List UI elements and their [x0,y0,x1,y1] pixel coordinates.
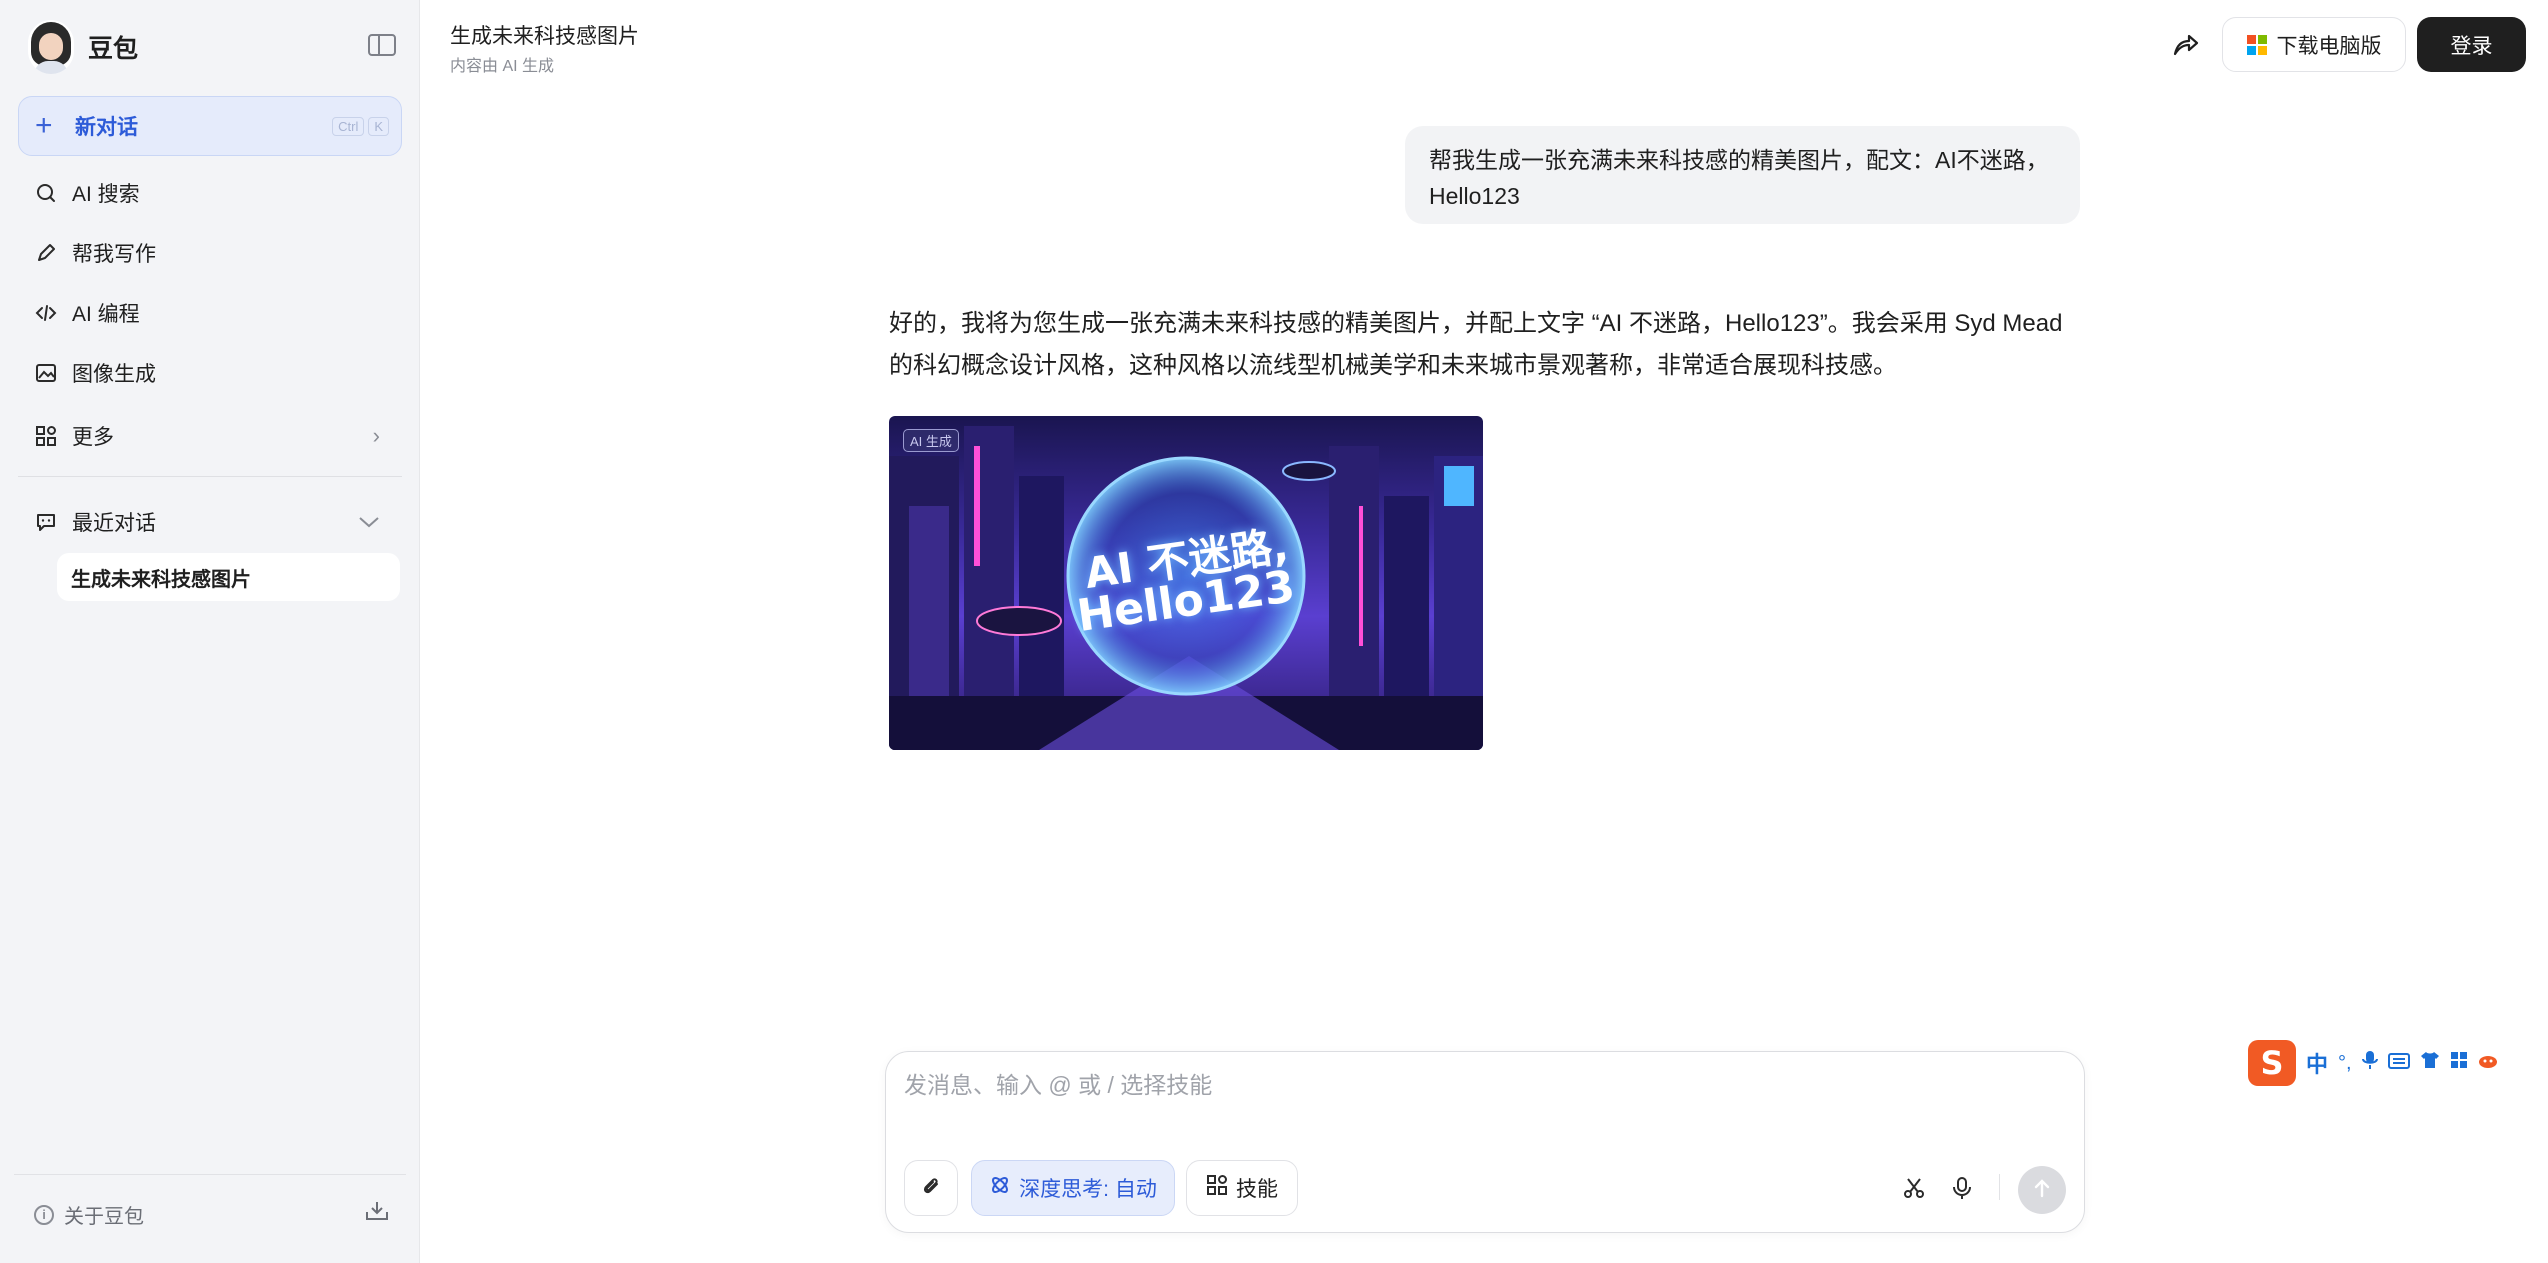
scissors-icon[interactable] [1896,1170,1932,1206]
assistant-reply: 好的，我将为您生成一张充满未来科技感的精美图片，并配上文字 “AI 不迷路，He… [889,303,2089,387]
assistant-reply-line: 的科幻概念设计风格，这种风格以流线型机械美学和未来城市景观著称，非常适合展现科技… [889,352,1897,379]
brand[interactable]: 豆包 [28,20,138,74]
sidebar-item-label: AI 编程 [72,303,140,326]
pen-icon [34,241,58,265]
recent-chats-label: 最近对话 [72,512,156,535]
brand-avatar [28,20,74,74]
download-app-icon[interactable] [365,1200,389,1222]
deep-think-label: 深度思考: 自动 [1019,1178,1157,1201]
sidebar: 豆包 + 新对话 Ctrl K AI 搜索 帮我写作 AI 编程 图像生成 更多… [0,0,420,1263]
ime-mode[interactable]: 中 [2306,1047,2328,1079]
ime-mascot-icon[interactable] [2478,1051,2498,1075]
new-chat-label: 新对话 [75,116,138,139]
search-icon [34,181,58,205]
skills-label: 技能 [1236,1178,1278,1201]
brand-name: 豆包 [88,35,139,63]
ime-microphone-icon[interactable] [2361,1050,2378,1076]
download-desktop-label: 下载电脑版 [2276,34,2382,58]
chevron-right-icon: › [372,423,380,448]
windows-logo-icon [2246,34,2267,55]
assistant-reply-line: 好的，我将为您生成一张充满未来科技感的精美图片，并配上文字 “AI 不迷路，He… [889,310,2063,337]
send-button[interactable] [2018,1166,2066,1214]
paperclip-icon [920,1174,942,1202]
deep-think-toggle[interactable]: 深度思考: 自动 [971,1160,1175,1216]
composer-divider [1999,1174,2000,1200]
sogou-logo-icon: S [2248,1040,2296,1086]
ime-punctuation[interactable]: °, [2338,1052,2352,1075]
message-input[interactable] [904,1072,2004,1099]
apps-icon [34,424,58,448]
shortcut-key: K [368,117,389,136]
sidebar-item-writing[interactable]: 帮我写作 [18,227,402,279]
code-icon [34,301,58,325]
share-icon[interactable] [2170,30,2200,60]
about-label: 关于豆包 [64,1206,144,1228]
recent-chats-toggle[interactable]: 最近对话 [18,496,402,548]
generated-image[interactable]: AI 生成 AI 不迷路, Hello123 [889,416,1483,750]
info-icon: i [34,1204,54,1225]
download-desktop-button[interactable]: 下载电脑版 [2222,17,2406,72]
skills-button[interactable]: 技能 [1186,1160,1298,1216]
sidebar-divider [18,476,402,477]
shortcut-key: Ctrl [332,117,365,136]
composer: 深度思考: 自动 技能 [885,1051,2085,1233]
ime-skin-icon[interactable] [2420,1051,2440,1075]
sidebar-item-label: 帮我写作 [72,243,156,266]
ai-generated-badge: AI 生成 [903,429,959,452]
sidebar-item-image-gen[interactable]: 图像生成 [18,347,402,399]
ai-disclaimer: 内容由 AI 生成 [450,58,555,75]
chat-bubble-icon [34,510,58,534]
attach-button[interactable] [904,1160,958,1216]
sidebar-item-label: 图像生成 [72,363,156,386]
sidebar-item-label: 更多 [72,426,114,449]
user-message: 帮我生成一张充满未来科技感的精美图片，配文：AI不迷路，Hello123 [1405,126,2080,224]
ime-toolbar[interactable]: S 中 °, [2248,1040,2548,1086]
apps-icon [1206,1174,1228,1202]
image-icon [34,361,58,385]
chevron-down-icon [358,509,380,535]
sidebar-item-label: AI 搜索 [72,183,140,206]
ime-keyboard-icon[interactable] [2387,1052,2410,1075]
new-chat-button[interactable]: + 新对话 Ctrl K [18,96,402,156]
sidebar-collapse-icon[interactable] [368,34,396,56]
sidebar-item-coding[interactable]: AI 编程 [18,287,402,339]
page-title: 生成未来科技感图片 [450,25,639,48]
atom-icon [989,1174,1011,1202]
recent-chat-item[interactable]: 生成未来科技感图片 [57,553,400,601]
about-link[interactable]: i 关于豆包 [34,1200,144,1229]
arrow-up-icon [2031,1177,2053,1204]
sidebar-footer-divider [14,1174,406,1175]
sidebar-item-more[interactable]: 更多 › [18,410,402,462]
shortcut-hint: Ctrl K [332,117,389,136]
login-button[interactable]: 登录 [2417,17,2526,72]
sidebar-item-ai-search[interactable]: AI 搜索 [18,167,402,219]
ime-toolbox-icon[interactable] [2450,1051,2468,1075]
microphone-icon[interactable] [1944,1170,1980,1206]
plus-icon: + [35,109,53,142]
